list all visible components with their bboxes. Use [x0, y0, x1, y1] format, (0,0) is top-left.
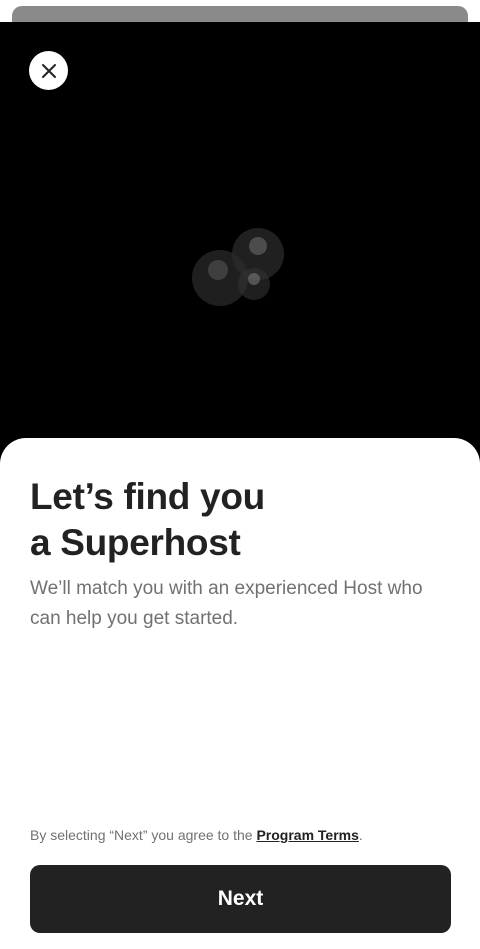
close-icon — [41, 63, 56, 78]
host-avatars-illustration — [192, 228, 284, 306]
close-button[interactable] — [29, 51, 68, 90]
program-terms-link[interactable]: Program Terms — [256, 827, 358, 843]
next-button[interactable]: Next — [30, 865, 451, 933]
superhost-onboarding-screen: Let’s find you a Superhost We’ll match yo… — [0, 0, 480, 949]
page-title: Let’s find you a Superhost — [30, 476, 265, 563]
page-subtitle: We’ll match you with an experienced Host… — [30, 578, 423, 629]
terms-notice: By selecting “Next” you agree to the Pro… — [30, 827, 363, 843]
